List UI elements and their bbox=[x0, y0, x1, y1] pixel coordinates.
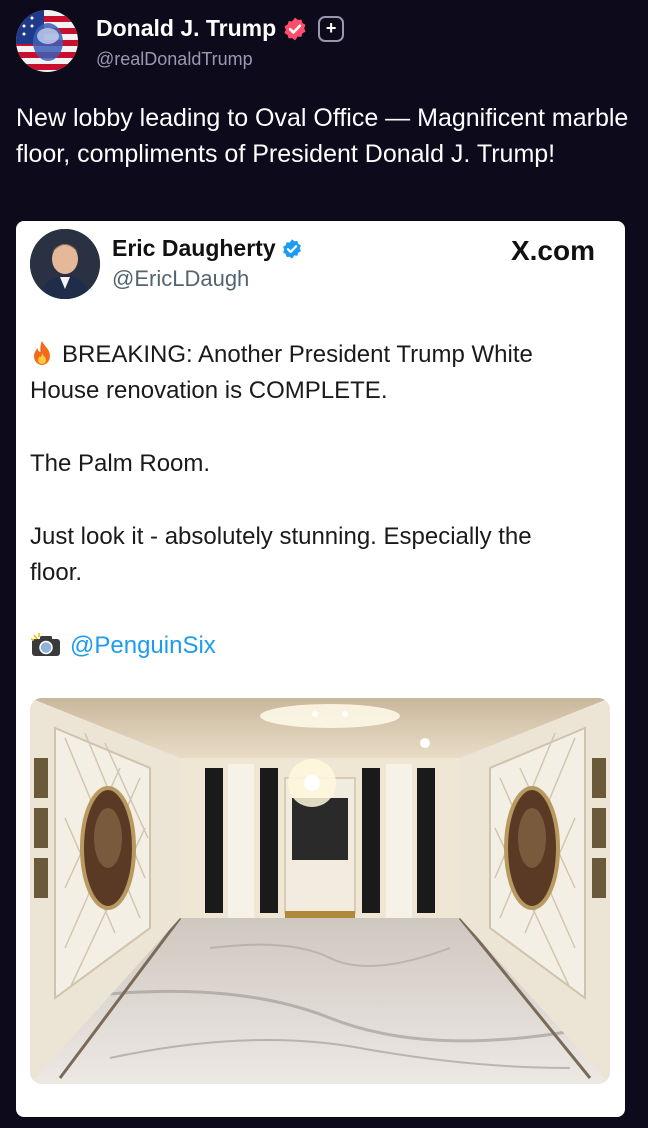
author-name-row: Donald J. Trump + bbox=[96, 15, 345, 42]
photo-credit-link[interactable]: @PenguinSix bbox=[70, 632, 216, 659]
post: Donald J. Trump + @realDonaldTrump New l… bbox=[0, 0, 648, 1128]
quoted-line-1-row: BREAKING: Another President Trump White bbox=[30, 337, 533, 373]
person-avatar-icon bbox=[30, 229, 100, 299]
flag-portrait-icon bbox=[16, 10, 78, 72]
photo-credit-row: @PenguinSix bbox=[30, 628, 216, 664]
author-name[interactable]: Donald J. Trump bbox=[96, 15, 276, 42]
follow-button[interactable]: + bbox=[318, 15, 345, 42]
fire-icon bbox=[34, 341, 50, 365]
post-text: New lobby leading to Oval Office — Magni… bbox=[16, 104, 629, 168]
verified-badge-icon bbox=[284, 17, 306, 40]
author-avatar[interactable] bbox=[16, 10, 78, 72]
quoted-line-4: Just look it - absolutely stunning. Espe… bbox=[30, 523, 532, 550]
verified-check-icon bbox=[282, 238, 301, 259]
camera-flash-icon bbox=[30, 633, 60, 656]
quoted-line-1: BREAKING: Another President Trump White bbox=[62, 341, 533, 368]
quoted-author-handle: @EricLDaugh bbox=[112, 266, 250, 291]
quoted-author-name-row: Eric Daugherty bbox=[112, 235, 303, 262]
quoted-line-3: The Palm Room. bbox=[30, 450, 211, 477]
quoted-line-5: floor. bbox=[30, 559, 83, 586]
source-label: X.com bbox=[510, 235, 595, 266]
quoted-author-avatar bbox=[30, 229, 100, 299]
quoted-post-card[interactable]: Eric Daugherty @EricLDaugh X.com BREAKIN… bbox=[16, 221, 625, 1117]
quoted-author-name: Eric Daugherty bbox=[112, 235, 276, 261]
quoted-line-2: House renovation is COMPLETE. bbox=[30, 377, 388, 404]
palm-room-image bbox=[30, 698, 610, 1084]
plus-icon: + bbox=[325, 18, 337, 38]
lobby-photo[interactable] bbox=[30, 698, 610, 1084]
author-handle[interactable]: @realDonaldTrump bbox=[96, 49, 253, 70]
